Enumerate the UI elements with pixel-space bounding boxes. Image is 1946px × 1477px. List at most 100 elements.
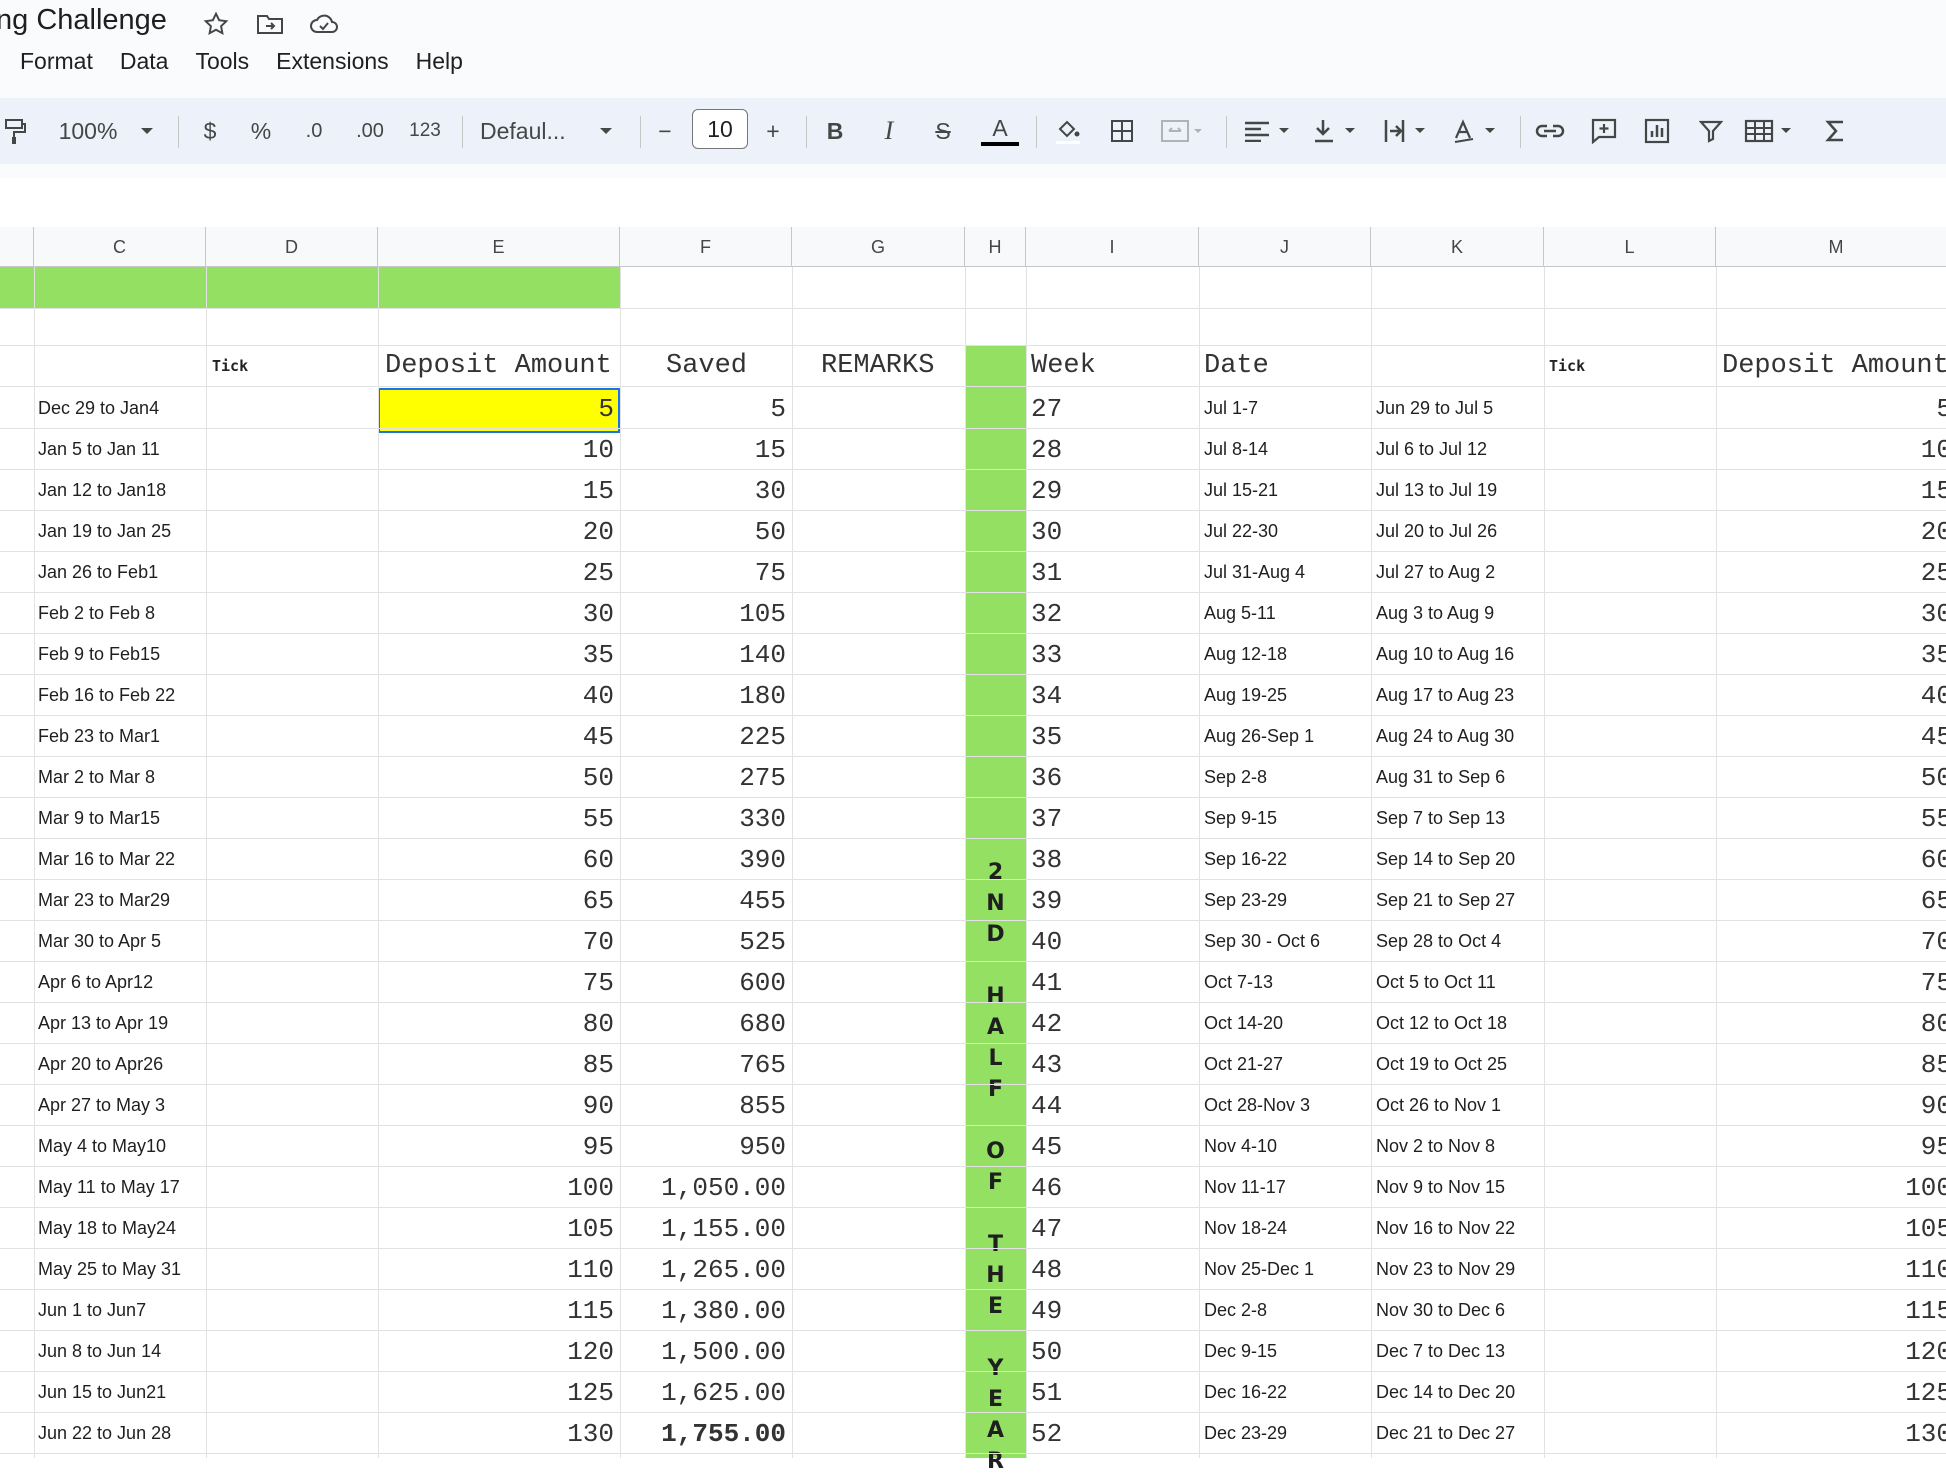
zoom-select[interactable]: 100% (52, 98, 124, 164)
saved-total-cell[interactable]: 30 (620, 470, 786, 511)
column-header-l[interactable]: L (1544, 227, 1716, 267)
date-cell[interactable]: Sep 16-22 (1204, 839, 1287, 880)
date-cell[interactable]: Jul 15-21 (1204, 470, 1278, 511)
text-wrapping-icon[interactable] (1380, 98, 1436, 164)
week-range-cell[interactable]: Mar 30 to Apr 5 (38, 921, 161, 962)
merge-cells-icon[interactable] (1160, 98, 1206, 164)
deposit-amount-cell[interactable]: 75 (378, 962, 614, 1003)
column-header-i[interactable]: I (1026, 227, 1199, 267)
week-number-cell[interactable]: 50 (1031, 1331, 1062, 1372)
saved-total-cell[interactable]: 225 (620, 716, 786, 757)
week-number-cell[interactable]: 49 (1031, 1290, 1062, 1331)
italic-button[interactable]: I (874, 98, 904, 164)
move-folder-icon[interactable] (254, 8, 286, 40)
deposit-amount-cell[interactable]: 130 (378, 1413, 614, 1454)
saved-total-cell[interactable]: 1,625.00 (620, 1372, 786, 1413)
date-cell[interactable]: Jul 31-Aug 4 (1204, 552, 1305, 593)
date-cell[interactable]: Sep 9-15 (1204, 798, 1277, 839)
week-number-cell[interactable]: 30 (1031, 511, 1062, 552)
week-number-cell[interactable]: 36 (1031, 757, 1062, 798)
deposit-amount-cell-right[interactable]: 90 (1716, 1085, 1946, 1126)
week-range-cell-right[interactable]: Nov 23 to Nov 29 (1376, 1249, 1515, 1290)
menu-extensions[interactable]: Extensions (276, 48, 389, 75)
week-range-cell[interactable]: Apr 20 to Apr26 (38, 1044, 163, 1085)
deposit-amount-cell-right[interactable]: 50 (1716, 757, 1946, 798)
week-number-cell[interactable]: 46 (1031, 1167, 1062, 1208)
deposit-amount-cell[interactable]: 110 (378, 1249, 614, 1290)
zoom-dropdown-icon[interactable] (132, 98, 162, 164)
saved-total-cell[interactable]: 1,155.00 (620, 1208, 786, 1249)
week-number-cell[interactable]: 41 (1031, 962, 1062, 1003)
borders-icon[interactable] (1106, 98, 1138, 164)
strikethrough-button[interactable]: S (928, 98, 958, 164)
saved-total-cell[interactable]: 455 (620, 880, 786, 921)
week-range-cell[interactable]: Jan 5 to Jan 11 (38, 429, 160, 470)
week-range-cell[interactable]: Mar 2 to Mar 8 (38, 757, 155, 798)
week-range-cell-right[interactable]: Aug 10 to Aug 16 (1376, 634, 1514, 675)
week-range-cell-right[interactable]: Oct 5 to Oct 11 (1376, 962, 1496, 1003)
deposit-amount-cell-right[interactable]: 30 (1716, 593, 1946, 634)
week-range-cell[interactable]: Jan 19 to Jan 25 (38, 511, 171, 552)
week-number-cell[interactable]: 51 (1031, 1372, 1062, 1413)
deposit-amount-cell-right[interactable]: 125 (1716, 1372, 1946, 1413)
week-range-cell[interactable]: Mar 23 to Mar29 (38, 880, 170, 921)
star-icon[interactable] (200, 8, 232, 40)
deposit-amount-cell-right[interactable]: 65 (1716, 880, 1946, 921)
functions-icon[interactable] (1818, 98, 1852, 164)
saved-total-cell[interactable]: 1,050.00 (620, 1167, 786, 1208)
deposit-amount-cell[interactable]: 120 (378, 1331, 614, 1372)
week-number-cell[interactable]: 48 (1031, 1249, 1062, 1290)
deposit-amount-cell-right[interactable]: 75 (1716, 962, 1946, 1003)
deposit-amount-cell-right[interactable]: 40 (1716, 675, 1946, 716)
saved-total-cell[interactable]: 140 (620, 634, 786, 675)
insert-link-icon[interactable] (1532, 98, 1568, 164)
week-number-cell[interactable]: 31 (1031, 552, 1062, 593)
deposit-amount-cell[interactable]: 125 (378, 1372, 614, 1413)
deposit-amount-cell-right[interactable]: 95 (1716, 1126, 1946, 1167)
week-number-cell[interactable]: 45 (1031, 1126, 1062, 1167)
deposit-amount-cell-right[interactable]: 80 (1716, 1003, 1946, 1044)
week-range-cell-right[interactable]: Sep 28 to Oct 4 (1376, 921, 1501, 962)
menu-data[interactable]: Data (120, 48, 169, 75)
week-number-cell[interactable]: 47 (1031, 1208, 1062, 1249)
week-number-cell[interactable]: 44 (1031, 1085, 1062, 1126)
date-cell[interactable]: Sep 23-29 (1204, 880, 1287, 921)
vertical-align-icon[interactable] (1310, 98, 1366, 164)
filter-views-icon[interactable] (1742, 98, 1800, 164)
week-number-cell[interactable]: 32 (1031, 593, 1062, 634)
deposit-amount-cell[interactable]: 55 (378, 798, 614, 839)
saved-total-cell[interactable]: 950 (620, 1126, 786, 1167)
week-range-cell-right[interactable]: Aug 24 to Aug 30 (1376, 716, 1514, 757)
deposit-amount-cell-right[interactable]: 60 (1716, 839, 1946, 880)
week-range-cell-right[interactable]: Jul 27 to Aug 2 (1376, 552, 1495, 593)
saved-total-cell[interactable]: 15 (620, 429, 786, 470)
deposit-amount-cell[interactable]: 5 (378, 388, 614, 429)
decrease-decimal-button[interactable]: .0 (296, 98, 332, 164)
deposit-amount-cell[interactable]: 50 (378, 757, 614, 798)
deposit-header[interactable]: Deposit Amount (385, 345, 612, 386)
week-number-cell[interactable]: 42 (1031, 1003, 1062, 1044)
text-rotation-icon[interactable] (1450, 98, 1506, 164)
filter-icon[interactable] (1694, 98, 1728, 164)
deposit-amount-cell[interactable]: 40 (378, 675, 614, 716)
deposit-amount-cell[interactable]: 10 (378, 429, 614, 470)
saved-total-cell[interactable]: 105 (620, 593, 786, 634)
week-number-cell[interactable]: 29 (1031, 470, 1062, 511)
week-range-cell-right[interactable]: Nov 9 to Nov 15 (1376, 1167, 1505, 1208)
fill-color-icon[interactable] (1050, 98, 1086, 164)
week-number-cell[interactable]: 28 (1031, 429, 1062, 470)
week-number-cell[interactable]: 27 (1031, 388, 1062, 429)
deposit-amount-cell[interactable]: 60 (378, 839, 614, 880)
week-range-cell-right[interactable]: Jun 29 to Jul 5 (1376, 388, 1493, 429)
saved-total-cell[interactable]: 275 (620, 757, 786, 798)
week-range-cell-right[interactable]: Jul 13 to Jul 19 (1376, 470, 1497, 511)
font-family-select[interactable]: Defaul... (480, 98, 586, 164)
horizontal-align-icon[interactable] (1240, 98, 1300, 164)
week-range-cell[interactable]: Mar 16 to Mar 22 (38, 839, 175, 880)
date-cell[interactable]: Oct 14-20 (1204, 1003, 1283, 1044)
week-range-cell-right[interactable]: Oct 19 to Oct 25 (1376, 1044, 1507, 1085)
week-range-cell-right[interactable]: Sep 7 to Sep 13 (1376, 798, 1505, 839)
deposit-amount-cell-right[interactable]: 110 (1716, 1249, 1946, 1290)
date-cell[interactable]: Dec 2-8 (1204, 1290, 1267, 1331)
deposit-amount-cell-right[interactable]: 45 (1716, 716, 1946, 757)
